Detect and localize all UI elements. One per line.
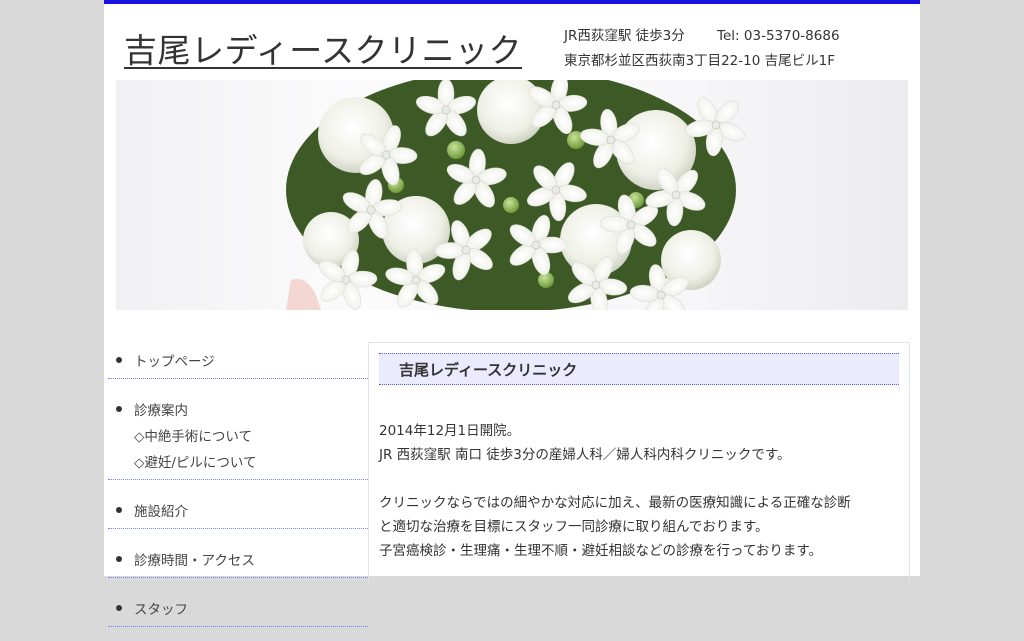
sidebar-item-staff[interactable]: スタッフ — [108, 592, 368, 627]
sidebar-item-facilities[interactable]: 施設紹介 — [108, 494, 368, 529]
intro-paragraph: 2014年12月1日開院。 JR 西荻窪駅 南口 徒歩3分の産婦人科／婦人科内科… — [379, 419, 899, 467]
intro-line: 2014年12月1日開院。 — [379, 423, 521, 439]
sidebar-item-label[interactable]: 施設紹介 — [134, 504, 188, 520]
intro-line: JR 西荻窪駅 南口 徒歩3分の産婦人科／婦人科内科クリニックです。 — [379, 447, 791, 463]
sidebar-item-label[interactable]: 診療時間・アクセス — [134, 553, 255, 569]
description-line: 子宮癌検診・生理痛・生理不順・避妊相談などの診療を行っております。 — [379, 543, 823, 559]
header-contact-info: JR西荻窪駅 徒歩3分 Tel: 03-5370-8686 東京都杉並区西荻南3… — [564, 24, 840, 74]
bouquet-illustration — [286, 80, 759, 310]
main-heading: 吉尾レディースクリニック — [379, 353, 899, 385]
top-accent-bar — [104, 0, 920, 4]
site-title-link[interactable]: 吉尾レディースクリニック — [124, 24, 522, 72]
sidebar-subitem-abortion[interactable]: ◇中絶手術について — [134, 425, 368, 445]
page-container: 吉尾レディースクリニック JR西荻窪駅 徒歩3分 Tel: 03-5370-86… — [104, 0, 920, 627]
sidebar-item-hours-access[interactable]: 診療時間・アクセス — [108, 543, 368, 578]
description-line: と適切な治療を目標にスタッフ一同診療に取り組んでおります。 — [379, 519, 769, 535]
sidebar-subitem-contraception[interactable]: ◇避妊/ピルについて — [134, 451, 368, 471]
sidebar-nav: トップページ 診療案内 ◇中絶手術について ◇避妊/ピルについて 施設紹介 診療… — [108, 344, 368, 641]
sidebar-item-top[interactable]: トップページ — [108, 344, 368, 379]
sidebar-item-label[interactable]: トップページ — [134, 354, 215, 370]
main-body: 2014年12月1日開院。 JR 西荻窪駅 南口 徒歩3分の産婦人科／婦人科内科… — [379, 419, 899, 587]
hero-bouquet-image — [116, 80, 908, 310]
station-text: JR西荻窪駅 徒歩3分 — [564, 28, 685, 44]
address-text: 東京都杉並区西荻南3丁目22-10 吉尾ビル1F — [564, 53, 835, 69]
sidebar-item-label[interactable]: スタッフ — [134, 602, 188, 618]
description-line: クリニックならではの細やかな対応に加え、最新の医療知識による正確な診断 — [379, 495, 851, 511]
sidebar-item-services[interactable]: 診療案内 ◇中絶手術について ◇避妊/ピルについて — [108, 393, 368, 480]
sidebar-item-label[interactable]: 診療案内 — [134, 403, 188, 419]
tel-text: Tel: 03-5370-8686 — [717, 28, 840, 44]
description-paragraph: クリニックならではの細やかな対応に加え、最新の医療知識による正確な診断 と適切な… — [379, 491, 899, 563]
main-content: 吉尾レディースクリニック 2014年12月1日開院。 JR 西荻窪駅 南口 徒歩… — [368, 342, 910, 583]
